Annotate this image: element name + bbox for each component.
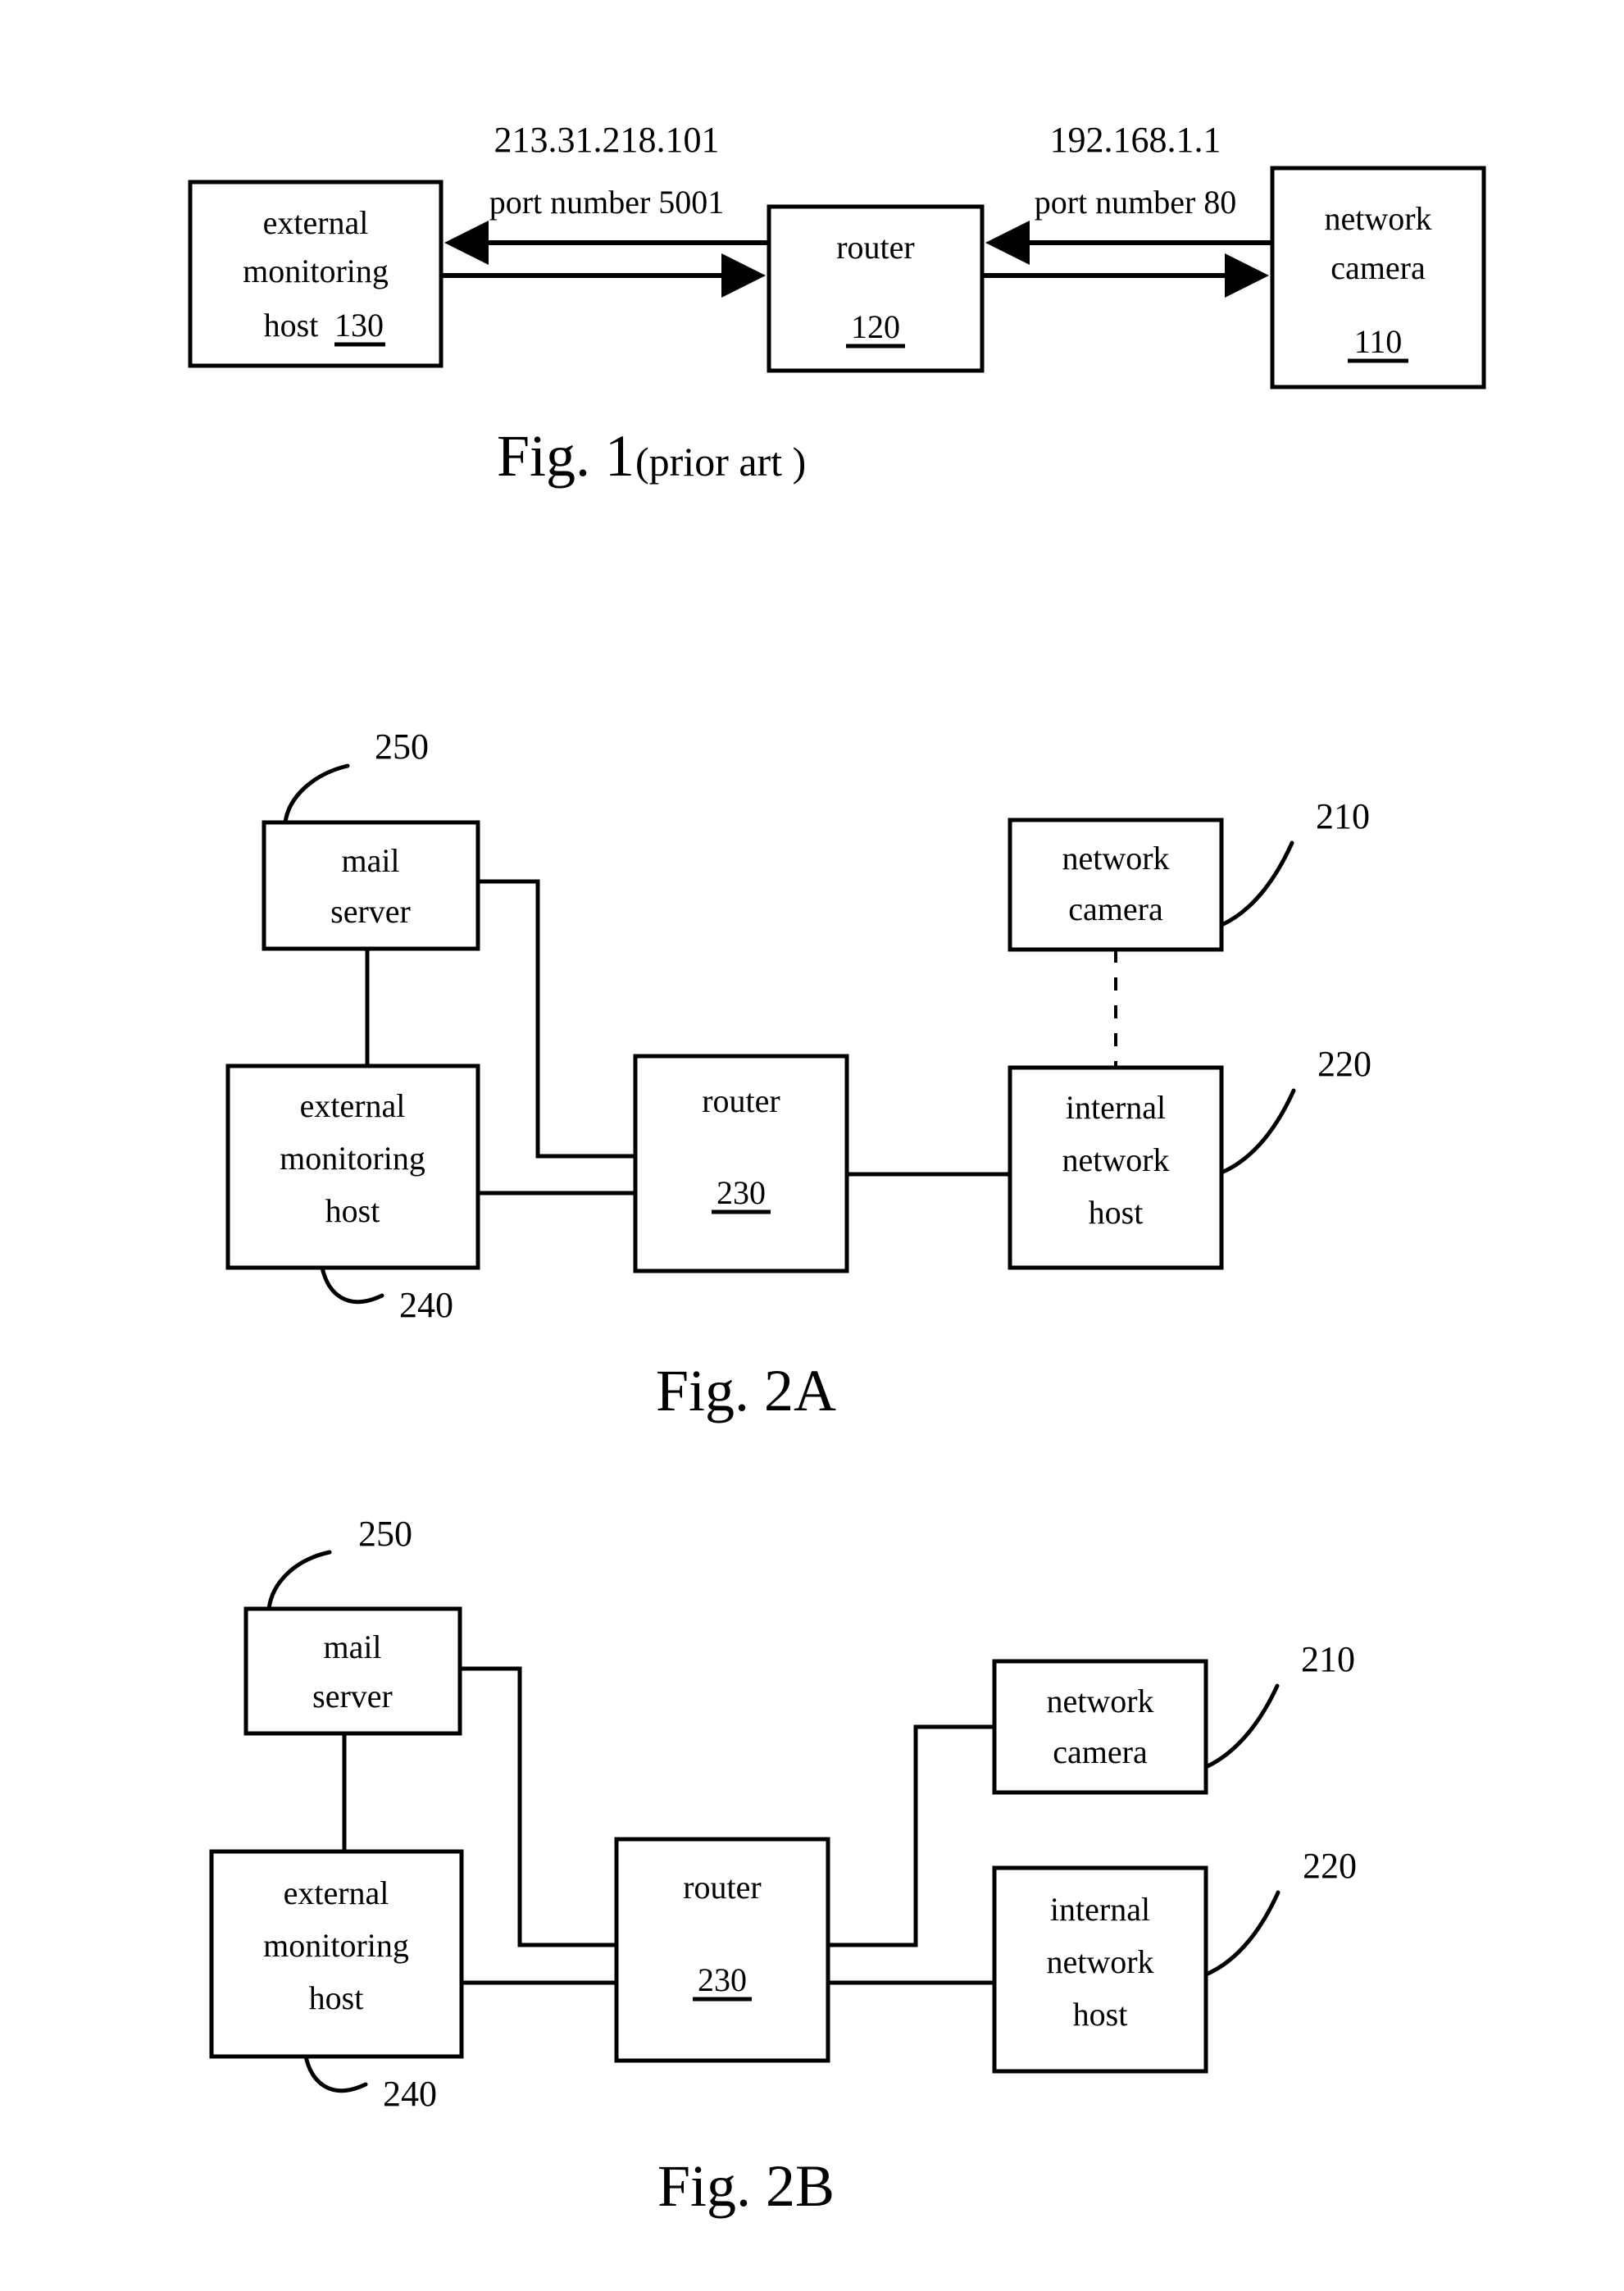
fig2a-network-camera-ref: 210 [1316, 796, 1370, 836]
fig2b-network-camera-label-2: camera [1053, 1733, 1148, 1770]
fig1-external-monitoring-host-label-3: host [264, 307, 319, 344]
fig2a-external-monitoring-host-label-1: external [300, 1087, 406, 1124]
fig2a-internal-network-host-label-2: network [1062, 1141, 1169, 1178]
fig1-external-monitoring-host-ref: 130 [334, 307, 384, 344]
fig2b-external-monitoring-host-label-2: monitoring [263, 1927, 409, 1964]
fig2a-router-ref: 230 [716, 1174, 766, 1211]
fig2b-external-monitoring-host-node: external monitoring host [209, 1849, 464, 2059]
fig2b-network-camera-node: network camera [992, 1659, 1208, 1795]
fig2a-network-camera-label-2: camera [1068, 890, 1163, 927]
fig1-external-monitoring-host-label-2: monitoring [243, 253, 389, 289]
fig2a-mail-server-node: mail server [262, 820, 480, 951]
fig1-left-link-address: 213.31.218.101 [494, 120, 720, 160]
fig2a-external-monitoring-host-ref: 240 [399, 1285, 453, 1325]
fig2a-external-monitoring-host-label-2: monitoring [280, 1140, 425, 1177]
fig2a-mail-server-label-1: mail [341, 842, 399, 879]
fig1-router-label: router [836, 229, 915, 266]
fig1-network-camera-label-2: camera [1331, 249, 1426, 286]
fig2a-router-node: router 230 [633, 1054, 849, 1273]
fig2a-caption: Fig. 2A [656, 1358, 836, 1423]
fig2b-internal-network-host-label-2: network [1046, 1943, 1153, 1980]
fig1-external-monitoring-host-node: external monitoring host 130 [188, 180, 444, 368]
fig1-external-monitoring-host-label-1: external [263, 204, 369, 241]
fig1-right-link-address: 192.168.1.1 [1050, 120, 1221, 160]
fig1-network-camera-node: network camera 110 [1270, 166, 1486, 389]
fig1-network-camera-ref: 110 [1354, 323, 1403, 360]
fig2b-network-camera-box [992, 1659, 1208, 1795]
fig1-router-ref: 120 [851, 308, 900, 345]
fig1-caption: Fig. 1 [497, 423, 635, 489]
fig2b-external-monitoring-host-label-1: external [284, 1874, 389, 1911]
fig2a-external-monitoring-host-node: external monitoring host [225, 1064, 480, 1270]
fig1-network-camera-label-1: network [1324, 200, 1431, 237]
fig2a-internal-network-host-ref: 220 [1317, 1044, 1372, 1084]
fig1-right-link-port: port number 80 [1035, 184, 1237, 221]
fig2a-mail-server-ref: 250 [375, 726, 429, 767]
fig2b-mail-server-box [243, 1606, 462, 1736]
fig2b-network-camera-label-1: network [1046, 1683, 1153, 1719]
fig2a-mail-server-label-2: server [330, 893, 411, 930]
fig2b-caption: Fig. 2B [657, 2153, 835, 2219]
fig2b-mail-server-label-2: server [312, 1678, 393, 1715]
fig1-caption-sub: (prior art ) [635, 439, 806, 485]
fig2b-network-camera-ref: 210 [1301, 1639, 1355, 1679]
fig2a-internal-network-host-label-3: host [1089, 1194, 1144, 1231]
fig2b-internal-network-host-label-1: internal [1050, 1891, 1150, 1928]
fig2a-external-monitoring-host-label-3: host [325, 1192, 380, 1229]
fig2a-internal-network-host-node: internal network host [1008, 1065, 1224, 1270]
fig2b-router-ref: 230 [698, 1961, 747, 1998]
patent-drawing-sheet: 213.31.218.101 port number 5001 192.168.… [0, 0, 1624, 2291]
fig2a-router-label: router [702, 1082, 780, 1119]
fig2b-external-monitoring-host-label-3: host [309, 1979, 364, 2016]
fig2b-external-monitoring-host-ref: 240 [383, 2074, 437, 2114]
fig2a-internal-network-host-label-1: internal [1066, 1089, 1166, 1126]
fig1-left-link-port: port number 5001 [489, 184, 725, 221]
fig2a-network-camera-label-1: network [1062, 840, 1169, 877]
fig2b-mail-server-node: mail server [243, 1606, 462, 1736]
fig2b-internal-network-host-label-3: host [1073, 1996, 1128, 2033]
fig2b-router-label: router [683, 1869, 762, 1906]
fig2b-mail-server-label-1: mail [323, 1628, 381, 1665]
fig2b-router-node: router 230 [614, 1837, 830, 2063]
fig1-router-node: router 120 [767, 204, 985, 373]
fig2b-internal-network-host-node: internal network host [992, 1865, 1208, 2074]
fig2b-internal-network-host-ref: 220 [1303, 1846, 1357, 1886]
fig2b-mail-server-ref: 250 [358, 1514, 412, 1554]
fig2a-network-camera-node: network camera [1008, 818, 1224, 952]
